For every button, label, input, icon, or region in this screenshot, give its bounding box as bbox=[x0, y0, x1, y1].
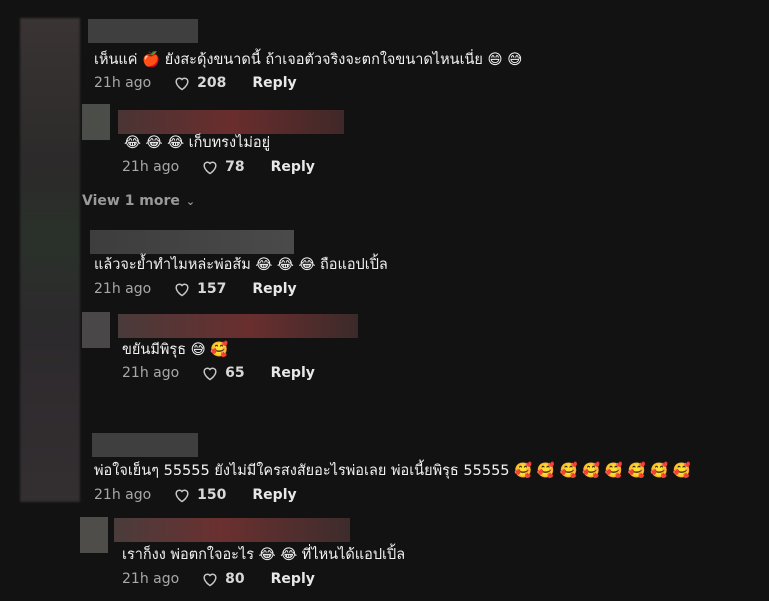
timestamp: 21h ago bbox=[122, 571, 180, 587]
comment-meta: 21h ago 65 Reply bbox=[122, 365, 315, 381]
username-redacted bbox=[90, 230, 294, 254]
like-count: 80 bbox=[225, 571, 245, 587]
like-button[interactable]: 208 bbox=[173, 75, 226, 91]
heart-icon bbox=[203, 573, 217, 587]
comment-text: เราก็งง พ่อตกใจอะไร 😂 😂 ที่ไหนได้แอปเปิ้… bbox=[122, 547, 406, 563]
comment-text: แล้วจะย้ำทำไมหล่ะพ่อส้ม 😂 😂 😂 ถือแอปเปิ้… bbox=[94, 257, 388, 273]
like-count: 78 bbox=[225, 159, 245, 175]
heart-icon bbox=[175, 77, 189, 91]
view-more-label: View 1 more bbox=[82, 193, 180, 209]
reply-avatar bbox=[80, 517, 108, 553]
reply-avatar bbox=[82, 312, 110, 348]
view-more-replies[interactable]: View 1 more ⌄ bbox=[82, 193, 195, 209]
comment-text: เห็นแค่ 🍎 ยังสะดุ้งขนาดนี้ ถ้าเจอตัวจริง… bbox=[94, 52, 523, 68]
timestamp: 21h ago bbox=[122, 365, 180, 381]
reply-button[interactable]: Reply bbox=[252, 281, 296, 297]
comment-text: พ่อใจเย็นๆ 55555 ยังไม่มีใครสงสัยอะไรพ่อ… bbox=[94, 463, 691, 479]
comment-text: ขยันมีพิรุธ 😅 🥰 bbox=[122, 342, 229, 358]
reply-button[interactable]: Reply bbox=[252, 487, 296, 503]
reply-button[interactable]: Reply bbox=[271, 571, 315, 587]
like-button[interactable]: 80 bbox=[201, 571, 245, 587]
username-redacted bbox=[118, 314, 358, 338]
reply-button[interactable]: Reply bbox=[271, 159, 315, 175]
like-count: 208 bbox=[197, 75, 227, 91]
comment-text: 😂 😂 😂 เก็บทรงไม่อยู่ bbox=[124, 135, 271, 151]
comment-meta: 21h ago 78 Reply bbox=[122, 159, 315, 175]
heart-icon bbox=[175, 489, 189, 503]
like-button[interactable]: 78 bbox=[201, 159, 245, 175]
comment-meta: 21h ago 150 Reply bbox=[94, 487, 297, 503]
reply-button[interactable]: Reply bbox=[252, 75, 296, 91]
username-redacted bbox=[114, 518, 350, 542]
like-count: 65 bbox=[225, 365, 245, 381]
like-button[interactable]: 157 bbox=[173, 281, 226, 297]
reply-button[interactable]: Reply bbox=[271, 365, 315, 381]
timestamp: 21h ago bbox=[122, 159, 180, 175]
heart-icon bbox=[175, 283, 189, 297]
heart-icon bbox=[203, 367, 217, 381]
like-count: 157 bbox=[197, 281, 227, 297]
blurred-avatar-column bbox=[20, 18, 80, 502]
comment-meta: 21h ago 157 Reply bbox=[94, 281, 297, 297]
comment-meta: 21h ago 80 Reply bbox=[122, 571, 315, 587]
like-button[interactable]: 150 bbox=[173, 487, 226, 503]
like-button[interactable]: 65 bbox=[201, 365, 245, 381]
timestamp: 21h ago bbox=[94, 281, 152, 297]
heart-icon bbox=[203, 161, 217, 175]
comment-meta: 21h ago 208 Reply bbox=[94, 75, 297, 91]
timestamp: 21h ago bbox=[94, 487, 152, 503]
reply-avatar bbox=[82, 104, 110, 140]
chevron-down-icon: ⌄ bbox=[185, 194, 196, 208]
timestamp: 21h ago bbox=[94, 75, 152, 91]
username-redacted bbox=[92, 433, 198, 457]
username-redacted bbox=[88, 19, 198, 43]
like-count: 150 bbox=[197, 487, 227, 503]
